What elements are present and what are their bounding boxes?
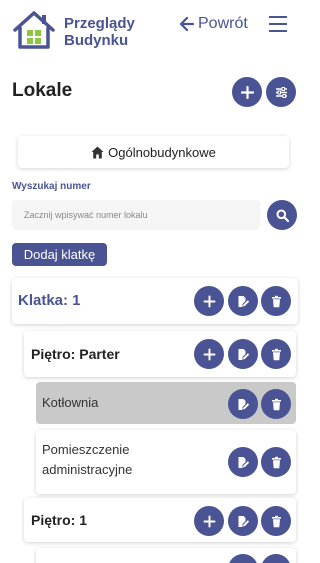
page-title: Lokale <box>12 80 73 101</box>
plus-icon <box>203 515 215 527</box>
home-icon <box>91 146 104 158</box>
general-building-button[interactable]: Ogólnobudynkowe <box>18 136 289 168</box>
add-unit-button[interactable] <box>232 77 262 107</box>
arrow-left-icon <box>180 17 194 31</box>
app-header: Przeglądy Budynku Powrót <box>0 0 308 60</box>
app-name[interactable]: Przeglądy Budynku <box>64 15 135 49</box>
floor-label-ground: Piętro: Parter <box>31 346 120 362</box>
edit-document-icon <box>238 515 249 527</box>
delete-stairwell-button[interactable] <box>261 286 291 316</box>
edit-floor-button[interactable] <box>228 339 258 369</box>
edit-room-button[interactable] <box>228 447 258 477</box>
app-name-line1: Przeglądy <box>64 15 135 32</box>
edit-stairwell-button[interactable] <box>228 286 258 316</box>
edit-room-button[interactable] <box>228 389 258 419</box>
plus-icon <box>203 348 215 360</box>
stairwell-label: Klatka: 1 <box>18 292 81 309</box>
delete-floor-button[interactable] <box>261 339 291 369</box>
trash-icon <box>271 348 281 360</box>
house-icon <box>13 11 55 49</box>
edit-document-icon <box>238 456 249 468</box>
edit-document-icon <box>238 398 249 410</box>
delete-room-button[interactable] <box>261 447 291 477</box>
room-label-admin: Pomieszczenie administracyjne <box>42 442 133 477</box>
edit-floor-button[interactable] <box>228 506 258 536</box>
general-button-label: Ogólnobudynkowe <box>108 144 216 160</box>
edit-document-icon <box>238 295 249 307</box>
trash-icon <box>271 295 281 307</box>
search-button[interactable] <box>267 200 297 230</box>
trash-icon <box>271 515 281 527</box>
back-link[interactable]: Powrót <box>180 15 248 33</box>
room-label-boiler: Kotłownia <box>42 395 99 410</box>
search-input[interactable] <box>12 200 260 230</box>
plus-icon <box>203 295 215 307</box>
filter-settings-button[interactable] <box>266 77 296 107</box>
sliders-icon <box>275 86 287 98</box>
plus-icon <box>240 85 254 99</box>
search-label: Wyszukaj numer <box>12 181 91 192</box>
trash-icon <box>271 456 281 468</box>
hamburger-icon[interactable] <box>269 16 287 32</box>
add-stairwell-button[interactable]: Dodaj klatkę <box>12 243 107 266</box>
add-room-button[interactable] <box>194 339 224 369</box>
delete-floor-button[interactable] <box>261 506 291 536</box>
app-name-line2: Budynku <box>64 32 129 49</box>
add-room-button[interactable] <box>194 506 224 536</box>
back-label: Powrót <box>198 15 248 32</box>
search-icon <box>276 209 289 222</box>
add-floor-button[interactable] <box>194 286 224 316</box>
room-row-partial[interactable] <box>36 548 296 563</box>
trash-icon <box>271 398 281 410</box>
floor-label-1: Piętro: 1 <box>31 512 88 528</box>
edit-document-icon <box>238 348 249 360</box>
delete-room-button[interactable] <box>261 389 291 419</box>
